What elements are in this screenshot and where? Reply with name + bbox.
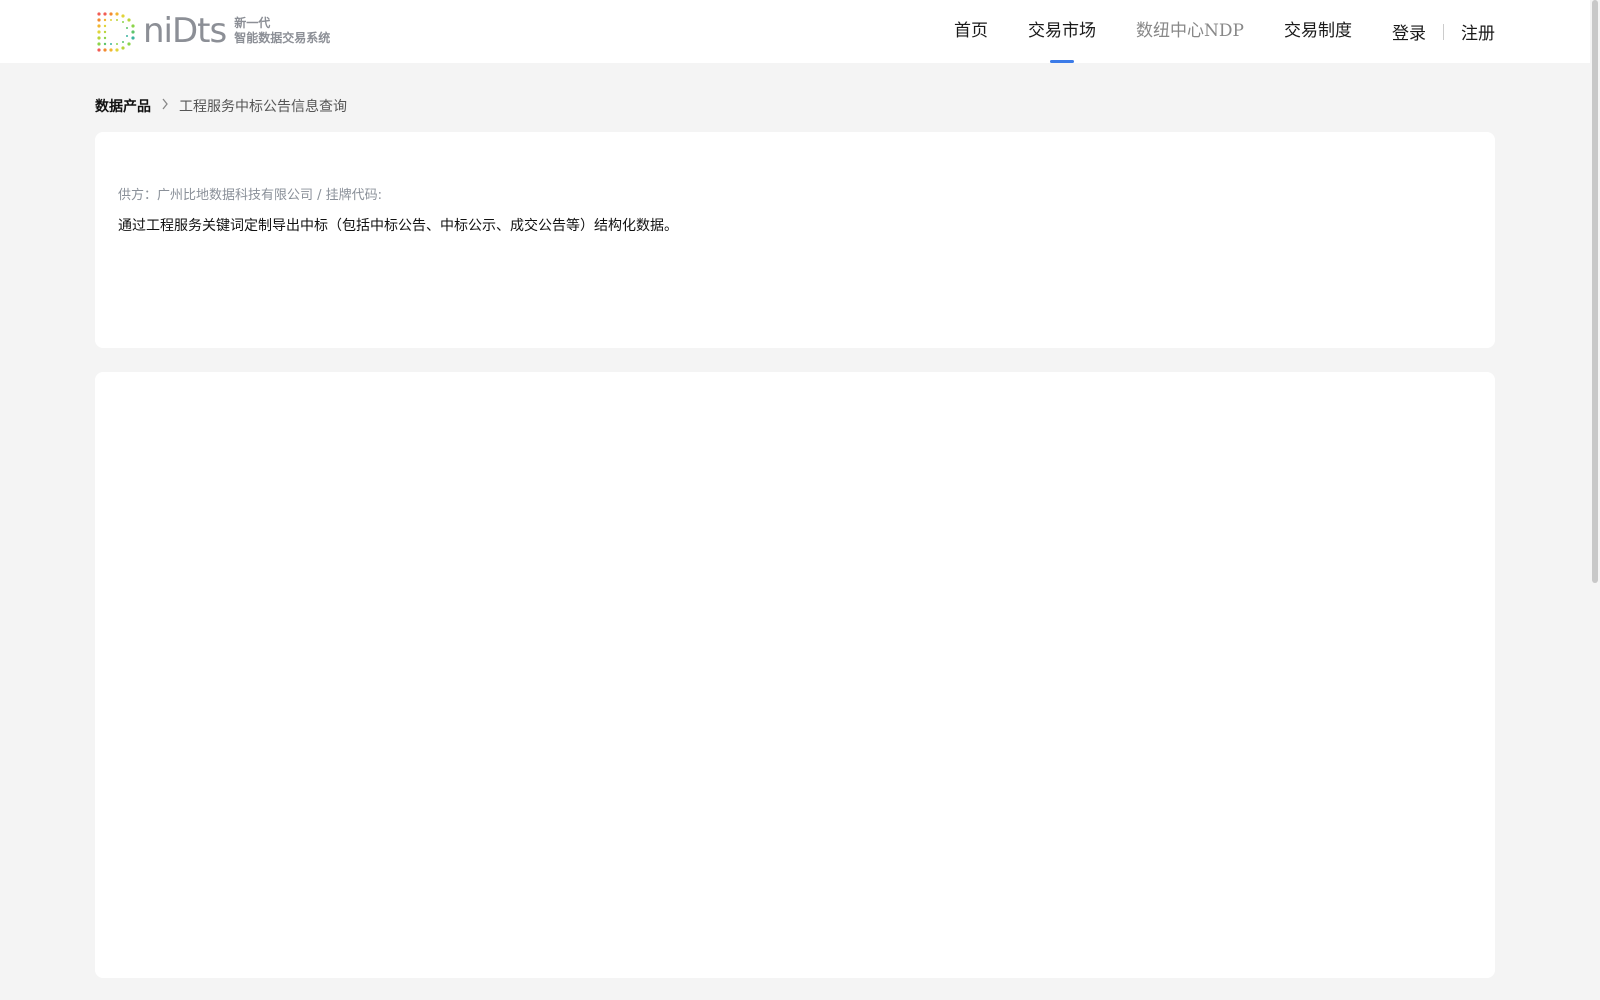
- breadcrumb-current: 工程服务中标公告信息查询: [179, 99, 347, 115]
- logo-tagline-line2: 智能数据交易系统: [234, 31, 331, 45]
- nav-market[interactable]: 交易市场: [1028, 0, 1096, 63]
- top-header: niDts 新一代 智能数据交易系统 首页 交易市场 数纽中心NDP 交易制度 …: [0, 0, 1590, 63]
- nav-home[interactable]: 首页: [954, 0, 988, 63]
- provider-line: 供方：广州比地数据科技有限公司 / 挂牌代码:: [118, 188, 383, 203]
- logo-wordmark: niDts: [143, 11, 227, 51]
- product-info-card: 供方：广州比地数据科技有限公司 / 挂牌代码: 通过工程服务关键词定制导出中标（…: [95, 132, 1495, 348]
- page-scrollbar[interactable]: [1590, 0, 1600, 1000]
- logo-tagline: 新一代 智能数据交易系统: [234, 16, 330, 46]
- nav-ndp-center[interactable]: 数纽中心NDP: [1136, 0, 1244, 63]
- login-link[interactable]: 登录: [1392, 19, 1426, 44]
- logo-tagline-line1: 新一代: [234, 16, 271, 30]
- nav-trading-rules[interactable]: 交易制度: [1284, 0, 1352, 63]
- main-nav: 首页 交易市场 数纽中心NDP 交易制度 登录 注册: [914, 0, 1495, 63]
- register-link[interactable]: 注册: [1461, 19, 1495, 44]
- site-logo[interactable]: niDts 新一代 智能数据交易系统: [95, 10, 330, 52]
- breadcrumb: 数据产品 工程服务中标公告信息查询: [95, 94, 347, 118]
- product-description: 通过工程服务关键词定制导出中标（包括中标公告、中标公示、成交公告等）结构化数据。: [118, 218, 678, 234]
- scrollbar-thumb[interactable]: [1592, 0, 1598, 583]
- auth-divider: [1443, 23, 1444, 40]
- chevron-right-icon: [161, 98, 169, 114]
- logo-dotted-d-icon: [97, 12, 135, 52]
- breadcrumb-root[interactable]: 数据产品: [95, 96, 151, 116]
- product-detail-card: [95, 372, 1495, 978]
- auth-links: 登录 注册: [1392, 0, 1495, 63]
